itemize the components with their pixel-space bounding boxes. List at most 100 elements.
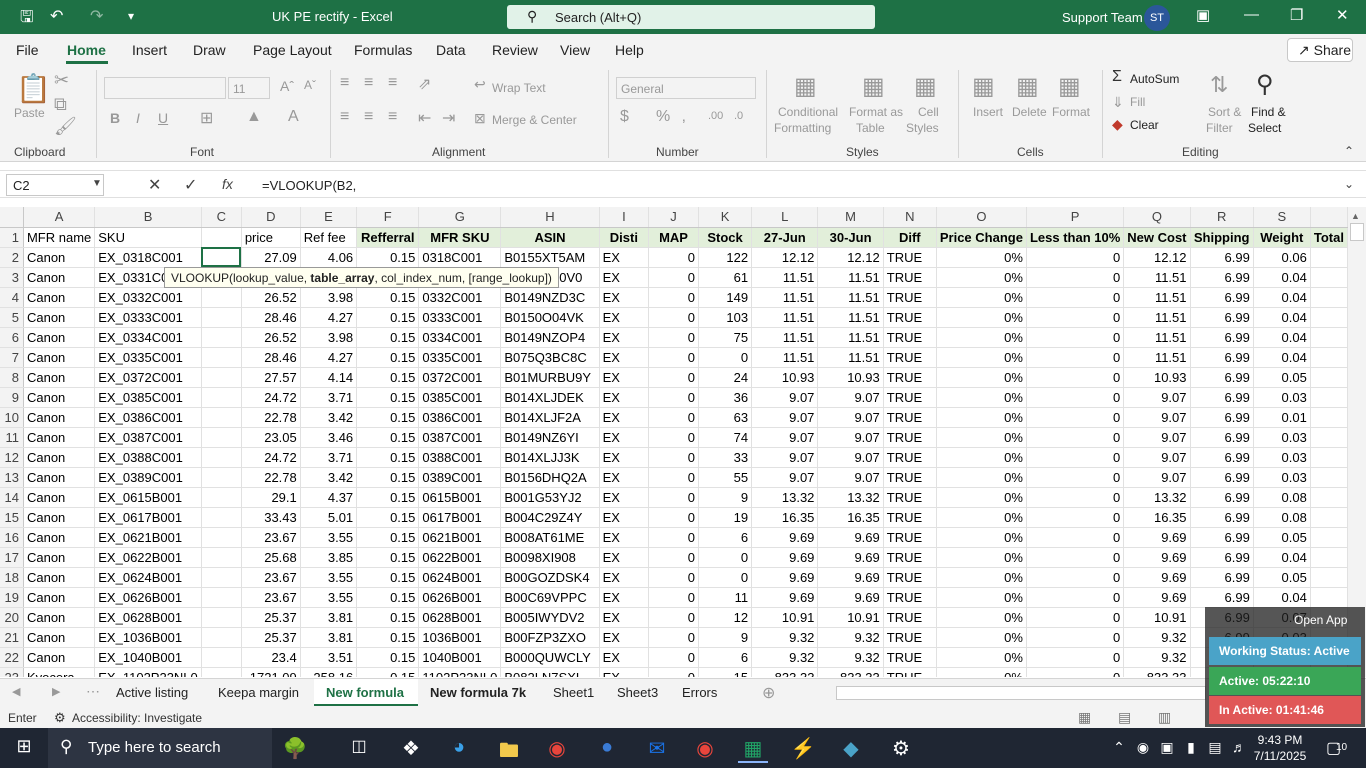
cell[interactable]: 0.15 <box>356 307 420 328</box>
cell[interactable]: B008AT61ME <box>500 527 600 548</box>
cell[interactable]: 0 <box>648 447 699 468</box>
cell[interactable]: B000QUWCLY <box>500 647 600 668</box>
cell[interactable]: 9.07 <box>1123 467 1191 488</box>
clear-label[interactable]: Clear <box>1130 118 1159 132</box>
cell[interactable]: 833.33 <box>1123 667 1191 677</box>
cell[interactable]: EX_0622B001 <box>94 547 202 568</box>
cell[interactable]: 0% <box>936 307 1027 328</box>
cell[interactable]: 6.99 <box>1190 547 1254 568</box>
row-number[interactable]: 14 <box>0 487 24 508</box>
cell[interactable]: EX <box>599 287 650 308</box>
cell[interactable]: 0 <box>1026 307 1125 328</box>
column-letter[interactable]: P <box>1026 207 1125 228</box>
cell[interactable]: B0150O04VK <box>500 307 600 328</box>
cell[interactable]: B014XLJJ3K <box>500 447 600 468</box>
cell[interactable]: 0% <box>936 667 1027 677</box>
cell[interactable]: EX_1036B001 <box>94 627 202 648</box>
row-number[interactable]: 22 <box>0 647 24 668</box>
header-cell[interactable]: Price Change <box>936 227 1027 248</box>
cell[interactable]: TRUE <box>883 367 937 388</box>
cell[interactable]: 9.07 <box>817 447 884 468</box>
cell[interactable]: 3.71 <box>300 447 358 468</box>
sheet-tab-active-listing[interactable]: Active listing <box>116 685 188 700</box>
top-align-icon[interactable]: ≡ <box>340 74 349 92</box>
cell[interactable]: 0.04 <box>1253 347 1311 368</box>
cell[interactable] <box>201 467 242 488</box>
cell[interactable]: 4.27 <box>300 347 358 368</box>
scroll-thumb[interactable] <box>1350 223 1364 241</box>
copy-icon[interactable]: ⧉ <box>54 94 67 115</box>
cell[interactable]: EX <box>599 447 650 468</box>
cell[interactable]: 0% <box>936 247 1027 268</box>
cell[interactable]: 0385C001 <box>418 387 502 408</box>
cell[interactable]: 1102P23NL0 <box>418 667 502 677</box>
cell[interactable]: 6.99 <box>1190 347 1254 368</box>
cell[interactable]: 9.69 <box>1123 547 1191 568</box>
cell[interactable]: 0 <box>1026 427 1125 448</box>
cell[interactable]: TRUE <box>883 387 937 408</box>
cell[interactable]: 23.67 <box>241 527 301 548</box>
cell[interactable]: 0 <box>648 487 699 508</box>
cell[interactable]: B075Q3BC8C <box>500 347 600 368</box>
cell[interactable] <box>1310 447 1348 468</box>
outlook-icon[interactable]: ✉ <box>642 736 672 761</box>
cell[interactable]: 25.68 <box>241 547 301 568</box>
cell[interactable] <box>201 547 242 568</box>
cell[interactable]: TRUE <box>883 667 937 677</box>
cell[interactable]: 0.08 <box>1253 507 1311 528</box>
cell[interactable]: TRUE <box>883 607 937 628</box>
row-number[interactable]: 2 <box>0 247 24 268</box>
zoom-icon[interactable]: ● <box>592 736 622 759</box>
select-all-corner[interactable] <box>0 207 24 228</box>
cell[interactable]: 12.12 <box>751 247 819 268</box>
windows-start-icon[interactable]: ⊞ <box>9 736 39 757</box>
currency-icon[interactable]: $ <box>620 108 629 126</box>
cell[interactable]: 4.14 <box>300 367 358 388</box>
cell[interactable]: 9.69 <box>751 547 819 568</box>
merge-center-icon[interactable]: ⊠ <box>474 110 486 127</box>
clock[interactable]: 9:43 PM 7/11/2025 <box>1250 732 1310 764</box>
cell[interactable]: Canon <box>23 487 96 508</box>
cell[interactable]: 0.15 <box>356 407 420 428</box>
cell[interactable]: 29.1 <box>241 487 301 508</box>
header-cell[interactable]: Weight <box>1253 227 1311 248</box>
cell[interactable]: 0 <box>648 267 699 288</box>
cell[interactable]: 11.51 <box>751 267 819 288</box>
autosum-label[interactable]: AutoSum <box>1130 72 1179 86</box>
cell[interactable]: 11.51 <box>751 287 819 308</box>
cell[interactable]: 0 <box>1026 607 1125 628</box>
cell[interactable]: 0.03 <box>1253 427 1311 448</box>
column-letter[interactable]: I <box>599 207 650 228</box>
cell[interactable]: Canon <box>23 347 96 368</box>
avatar[interactable]: ST <box>1144 5 1170 31</box>
cell[interactable]: 0.15 <box>356 327 420 348</box>
delete-cells-label[interactable]: Delete <box>1012 105 1047 119</box>
cell[interactable]: 0617B001 <box>418 507 502 528</box>
cancel-icon[interactable]: ✕ <box>148 175 161 195</box>
cell[interactable]: 22.78 <box>241 467 301 488</box>
cell[interactable]: 9.69 <box>751 587 819 608</box>
cell[interactable]: B00GOZDSK4 <box>500 567 600 588</box>
cell[interactable]: 55 <box>698 467 753 488</box>
cell[interactable]: 0.15 <box>356 427 420 448</box>
cell[interactable]: TRUE <box>883 307 937 328</box>
cell[interactable]: 0.04 <box>1253 287 1311 308</box>
cell[interactable]: 3.98 <box>300 287 358 308</box>
minimize-button[interactable]: — <box>1244 6 1259 23</box>
cell[interactable] <box>1310 427 1348 448</box>
column-letter[interactable]: A <box>23 207 96 228</box>
cell[interactable]: 0% <box>936 567 1027 588</box>
prev-sheet-icon[interactable]: ◀ <box>12 685 20 698</box>
row-number[interactable]: 3 <box>0 267 24 288</box>
cell[interactable]: 10.93 <box>817 367 884 388</box>
cell[interactable]: 3.42 <box>300 407 358 428</box>
cell[interactable] <box>1310 267 1348 288</box>
header-cell[interactable]: ASIN <box>500 227 600 248</box>
cell[interactable]: 10.93 <box>1123 367 1191 388</box>
column-letter[interactable]: Q <box>1123 207 1191 228</box>
cell[interactable]: 0 <box>648 427 699 448</box>
header-cell[interactable]: Refferral <box>356 227 420 248</box>
cell[interactable]: 0% <box>936 487 1027 508</box>
cell[interactable]: 0 <box>648 327 699 348</box>
cell[interactable]: TRUE <box>883 587 937 608</box>
